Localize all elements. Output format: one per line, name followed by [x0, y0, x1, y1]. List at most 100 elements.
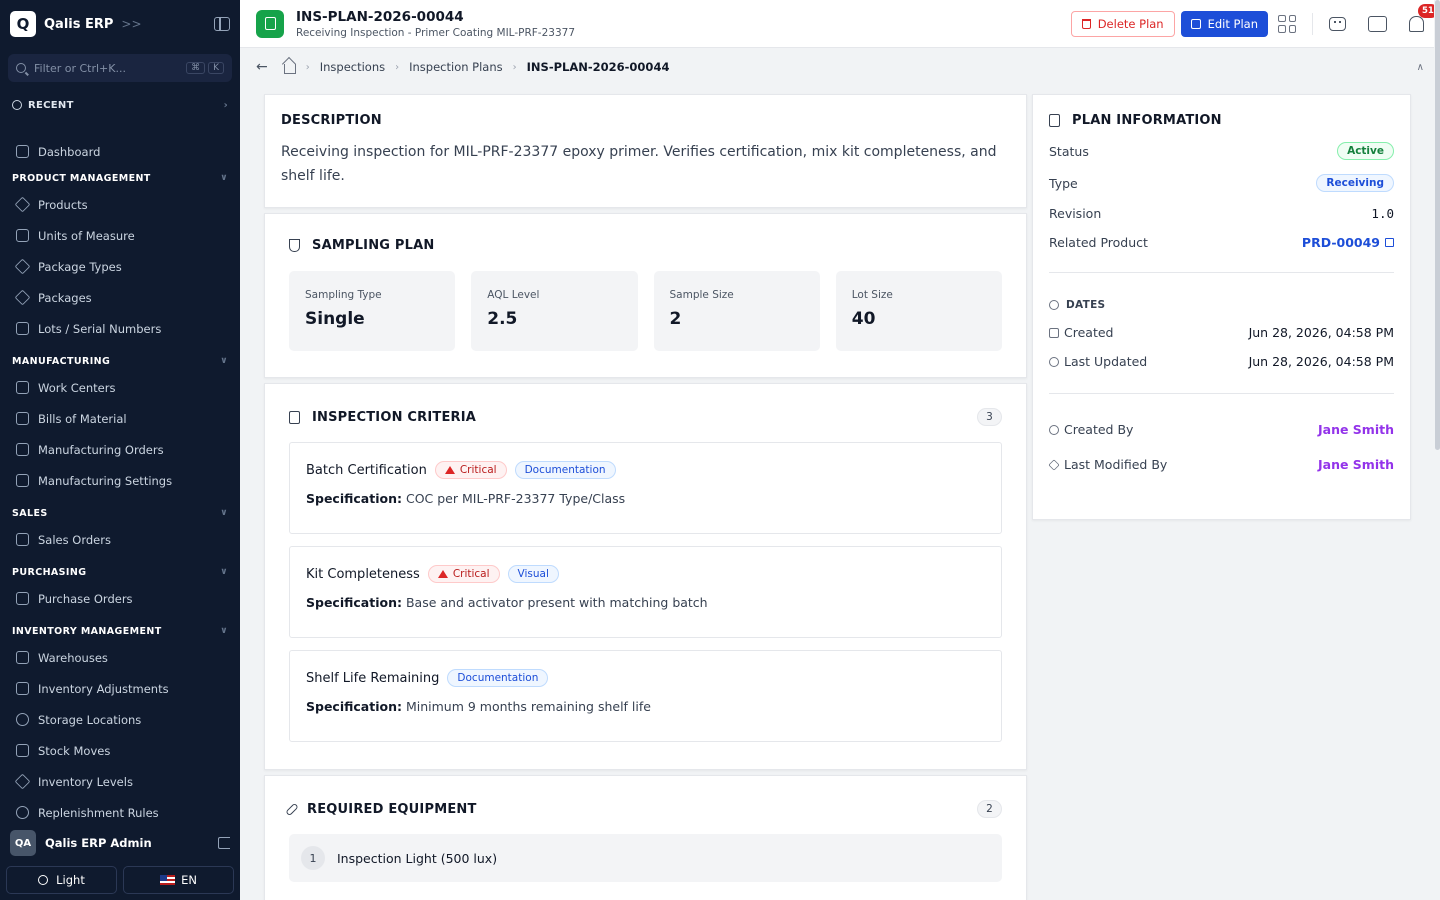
sidebar-item-packages[interactable]: Packages — [0, 282, 240, 313]
sidebar-item-dashboard[interactable]: Dashboard — [0, 136, 240, 167]
avatar: QA — [10, 830, 36, 856]
logout-icon[interactable] — [218, 837, 230, 849]
sidebar-item-storage-locations[interactable]: Storage Locations — [0, 704, 240, 735]
sidebar-item-label: Warehouses — [38, 650, 108, 665]
criteria-name: Batch Certification — [306, 462, 427, 478]
section-title: SALES — [12, 507, 48, 519]
description-text: Receiving inspection for MIL-PRF-23377 e… — [281, 144, 997, 184]
chevron-right-icon[interactable]: >> — [121, 17, 141, 31]
type-label: Type — [1049, 175, 1078, 191]
spec-value: Minimum 9 months remaining shelf life — [405, 699, 651, 714]
sidebar-item-bills-of-material[interactable]: Bills of Material — [0, 403, 240, 434]
theme-label: Light — [56, 873, 85, 887]
spec-value: COC per MIL-PRF-23377 Type/Class — [405, 491, 626, 506]
recent-label: RECENT — [28, 99, 74, 111]
section-manufacturing[interactable]: MANUFACTURING ∨ — [0, 350, 240, 372]
chevron-right-icon: › — [223, 99, 228, 111]
chevron-up-icon[interactable]: ∧ — [1417, 62, 1424, 73]
breadcrumb-inspections[interactable]: Inspections — [320, 60, 385, 74]
breadcrumb-current: INS-PLAN-2026-00044 — [526, 60, 670, 74]
sidebar-item-purchase-orders[interactable]: Purchase Orders — [0, 583, 240, 614]
app-name[interactable]: Qalis ERP — [44, 17, 113, 32]
ruler-icon — [16, 229, 29, 242]
theme-toggle-button[interactable]: Light — [6, 866, 117, 894]
recent-section[interactable]: RECENT › — [0, 94, 240, 116]
required-equipment-card: REQUIRED EQUIPMENT 2 1 Inspection Light … — [264, 775, 1027, 900]
user-name: Qalis ERP Admin — [45, 836, 152, 850]
section-purchasing[interactable]: PURCHASING ∨ — [0, 561, 240, 583]
inspection-criteria-title: INSPECTION CRITERIA 3 — [289, 408, 1002, 426]
created-label-group: Created — [1049, 325, 1113, 340]
criteria-item: Kit Completeness Critical Visual Specifi… — [289, 546, 1002, 638]
apps-grid-icon[interactable] — [1278, 14, 1296, 33]
sidebar-item-package-types[interactable]: Package Types — [0, 251, 240, 282]
warehouse-icon — [16, 651, 29, 664]
delete-plan-button[interactable]: Delete Plan — [1070, 10, 1175, 37]
search-icon — [16, 63, 26, 73]
sidebar-item-inventory-adjustments[interactable]: Inventory Adjustments — [0, 673, 240, 704]
modified-by-value[interactable]: Jane Smith — [1318, 457, 1394, 472]
critical-badge: Critical — [434, 461, 507, 479]
page-subtitle: Receiving Inspection - Primer Coating MI… — [296, 26, 575, 39]
related-product-link[interactable]: PRD-00049 — [1302, 235, 1394, 250]
sidebar-collapse-icon[interactable] — [214, 17, 230, 31]
sidebar-item-label: Bills of Material — [38, 411, 127, 426]
metric-sampling-type: Sampling Type Single — [289, 271, 456, 351]
sidebar: Q Qalis ERP >> Filter or Ctrl+K... ⌘ K R… — [0, 0, 240, 900]
plan-information-title: PLAN INFORMATION — [1049, 113, 1394, 128]
bot-icon[interactable] — [1329, 16, 1346, 31]
sidebar-item-products[interactable]: Products — [0, 189, 240, 220]
language-label: EN — [181, 873, 197, 887]
sidebar-item-inventory-levels[interactable]: Inventory Levels — [0, 766, 240, 797]
criteria-item: Batch Certification Critical Documentati… — [289, 442, 1002, 534]
box-icon — [14, 196, 31, 213]
metric-label: AQL Level — [487, 289, 540, 301]
criteria-spec: Specification: COC per MIL-PRF-23377 Typ… — [306, 491, 985, 506]
clock-icon — [1049, 356, 1059, 367]
home-icon[interactable] — [283, 63, 296, 74]
app-logo[interactable]: Q — [10, 11, 36, 37]
sidebar-item-manufacturing-settings[interactable]: Manufacturing Settings — [0, 465, 240, 496]
modified-by-label-group: Last Modified By — [1048, 457, 1167, 472]
search-placeholder: Filter or Ctrl+K... — [34, 61, 126, 75]
sidebar-item-work-centers[interactable]: Work Centers — [0, 372, 240, 403]
sidebar-item-replenishment-rules[interactable]: Replenishment Rules — [0, 797, 240, 828]
page-scrollbar[interactable] — [1434, 0, 1440, 900]
back-arrow-icon[interactable]: ← — [256, 59, 268, 75]
section-title: PRODUCT MANAGEMENT — [12, 172, 151, 184]
related-product-label: Related Product — [1049, 235, 1148, 250]
chat-icon[interactable] — [1368, 15, 1387, 32]
sidebar-item-label: Purchase Orders — [38, 591, 133, 606]
edit-plan-button[interactable]: Edit Plan — [1180, 10, 1268, 37]
section-title: MANUFACTURING — [12, 355, 111, 367]
user-profile[interactable]: QA Qalis ERP Admin — [0, 826, 240, 860]
sidebar-nav: Dashboard PRODUCT MANAGEMENT ∨ Products … — [0, 136, 240, 828]
updated-label-group: Last Updated — [1049, 354, 1147, 369]
sidebar-footer: Light EN — [0, 862, 240, 900]
section-inventory-management[interactable]: INVENTORY MANAGEMENT ∨ — [0, 620, 240, 642]
sidebar-item-lots-serial-numbers[interactable]: Lots / Serial Numbers — [0, 313, 240, 344]
created-by-value[interactable]: Jane Smith — [1318, 422, 1394, 437]
section-product-management[interactable]: PRODUCT MANAGEMENT ∨ — [0, 167, 240, 189]
breadcrumb: ← › Inspections › Inspection Plans › INS… — [240, 48, 1440, 86]
critical-label: Critical — [452, 568, 490, 580]
sampling-metrics: Sampling Type Single AQL Level 2.5 Sampl… — [289, 271, 1002, 351]
sidebar-item-manufacturing-orders[interactable]: Manufacturing Orders — [0, 434, 240, 465]
criteria-list: Batch Certification Critical Documentati… — [289, 442, 1002, 742]
sidebar-item-label: Units of Measure — [38, 228, 135, 243]
sidebar-item-units-of-measure[interactable]: Units of Measure — [0, 220, 240, 251]
sidebar-item-warehouses[interactable]: Warehouses — [0, 642, 240, 673]
metric-value: 2 — [669, 309, 682, 329]
breadcrumb-inspection-plans[interactable]: Inspection Plans — [409, 60, 503, 74]
bell-icon[interactable]: 51 — [1409, 3, 1438, 32]
clock-icon — [1049, 300, 1059, 310]
tag-icon — [16, 322, 29, 335]
sliders-icon — [16, 474, 29, 487]
section-sales[interactable]: SALES ∨ — [0, 502, 240, 524]
scrollbar-thumb[interactable] — [1435, 0, 1440, 450]
sidebar-item-stock-moves[interactable]: Stock Moves — [0, 735, 240, 766]
required-equipment-title: REQUIRED EQUIPMENT 2 — [285, 800, 1002, 818]
sidebar-item-sales-orders[interactable]: Sales Orders — [0, 524, 240, 555]
language-button[interactable]: EN — [123, 866, 234, 894]
sidebar-search-input[interactable]: Filter or Ctrl+K... ⌘ K — [8, 54, 232, 82]
